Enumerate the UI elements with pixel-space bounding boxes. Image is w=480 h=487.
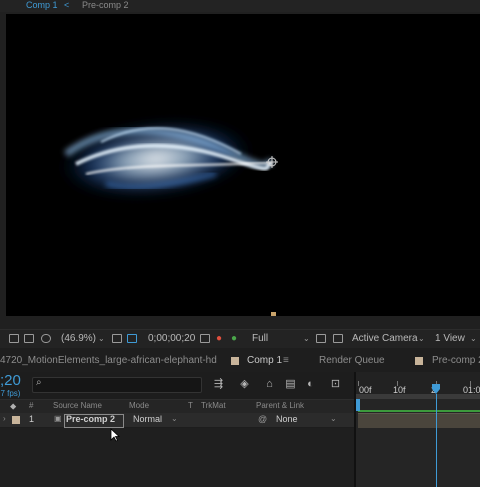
magnification-dropdown[interactable]: (46.9%) bbox=[61, 332, 96, 346]
color-channel-icon[interactable]: ● bbox=[231, 332, 237, 346]
chevron-down-icon[interactable]: ⌄ bbox=[418, 332, 425, 346]
tab-footage-item[interactable]: 4720_MotionElements_large-african-elepha… bbox=[0, 354, 217, 368]
timeline-panel-tabs: 4720_MotionElements_large-african-elepha… bbox=[0, 348, 480, 373]
transparency-grid-icon[interactable] bbox=[333, 334, 343, 343]
ruler-label-10f: 10f bbox=[393, 385, 406, 395]
tab-navigation-arrow[interactable]: < bbox=[64, 0, 69, 11]
ruler-label-00f: 00f bbox=[359, 385, 372, 395]
graph-editor-icon[interactable]: ⊡ bbox=[329, 378, 342, 390]
chevron-down-icon[interactable]: ⌄ bbox=[303, 332, 310, 346]
viewer-toolbar: (46.9%) ⌄ 0;00;00;20 ● ● Full ⌄ Active C… bbox=[0, 329, 480, 348]
light-streak-render bbox=[56, 119, 278, 199]
column-mode[interactable]: Mode bbox=[129, 401, 149, 410]
expand-arrow-icon[interactable]: › bbox=[3, 414, 6, 423]
show-snapshot-icon[interactable]: ● bbox=[216, 332, 222, 346]
composition-canvas[interactable] bbox=[6, 14, 480, 316]
frame-blending-icon[interactable]: ▤ bbox=[284, 378, 297, 390]
current-time-display[interactable]: ;20 bbox=[0, 372, 21, 389]
panel-divider[interactable] bbox=[354, 372, 356, 487]
label-column-icon[interactable]: ⬥ bbox=[10, 401, 16, 412]
layer-blend-mode[interactable]: Normal bbox=[133, 414, 162, 424]
precomp-color-swatch bbox=[415, 357, 423, 365]
layer-parent[interactable]: None bbox=[276, 414, 298, 424]
camera-snapshot-icon[interactable] bbox=[200, 334, 210, 343]
draft-3d-icon[interactable]: ◈ bbox=[238, 378, 251, 390]
tab-comp-1-timeline[interactable]: Comp 1 bbox=[247, 354, 282, 368]
empty-layer-area[interactable] bbox=[0, 428, 356, 487]
render-cache-bar bbox=[358, 410, 480, 412]
chevron-down-icon[interactable]: ⌄ bbox=[98, 332, 105, 346]
layer-search-input[interactable] bbox=[32, 377, 202, 393]
layer-number: 1 bbox=[29, 414, 35, 424]
comp-color-swatch bbox=[231, 357, 239, 365]
precomp-icon: ▣ bbox=[54, 414, 62, 423]
column-t[interactable]: T bbox=[188, 401, 193, 410]
work-area-start-handle[interactable] bbox=[356, 399, 360, 411]
monitor-icon[interactable] bbox=[24, 334, 34, 343]
current-time-field[interactable]: 0;00;00;20 bbox=[148, 332, 195, 346]
tab-pre-comp-2[interactable]: Pre-comp 2 bbox=[82, 0, 129, 11]
ruler-label-01s: 01:0 bbox=[463, 385, 480, 395]
tab-comp-1[interactable]: Comp 1 bbox=[26, 0, 58, 11]
tab-pre-comp-2-timeline[interactable]: Pre-comp 2 bbox=[432, 354, 480, 368]
chevron-down-icon[interactable]: ⌄ bbox=[330, 414, 337, 423]
frame-rate-label: 97 fps) bbox=[0, 389, 21, 398]
column-parent-link[interactable]: Parent & Link bbox=[256, 401, 304, 410]
viewer-tab-bar: Comp 1 < Pre-comp 2 bbox=[0, 0, 480, 12]
view-layout-dropdown[interactable]: 1 View bbox=[435, 332, 465, 346]
layer-row[interactable]: › 1 ▣ Pre-comp 2 Normal ⌄ @ None ⌄ bbox=[0, 413, 356, 427]
layer-name-outline bbox=[64, 414, 124, 428]
chevron-down-icon[interactable]: ⌄ bbox=[470, 332, 477, 346]
layer-duration-bar[interactable] bbox=[358, 413, 480, 428]
column-source-name[interactable]: Source Name bbox=[53, 401, 102, 410]
shy-layers-icon[interactable]: ⌂ bbox=[263, 378, 276, 390]
resolution-dropdown[interactable]: Full bbox=[252, 332, 268, 346]
current-time-indicator-head[interactable] bbox=[431, 384, 441, 394]
panel-menu-icon[interactable]: ≡ bbox=[283, 354, 289, 368]
canvas-center-marker bbox=[271, 312, 276, 316]
search-icon: ⌕ bbox=[36, 377, 42, 388]
camera-dropdown[interactable]: Active Camera bbox=[352, 332, 418, 346]
column-number[interactable]: # bbox=[29, 401, 33, 410]
layer-label-color[interactable] bbox=[12, 416, 20, 424]
chevron-down-icon[interactable]: ⌄ bbox=[171, 414, 178, 423]
column-trkmat[interactable]: TrkMat bbox=[201, 401, 226, 410]
tab-render-queue[interactable]: Render Queue bbox=[319, 354, 385, 368]
current-time-indicator-line[interactable] bbox=[436, 394, 437, 487]
vr-icon[interactable] bbox=[41, 334, 51, 343]
motion-blur-icon[interactable]: ◐ bbox=[304, 378, 317, 390]
pick-whip-icon[interactable]: @ bbox=[258, 414, 267, 424]
grid-icon[interactable] bbox=[112, 334, 122, 343]
region-of-interest-icon[interactable] bbox=[127, 334, 137, 343]
fast-preview-icon[interactable] bbox=[316, 334, 326, 343]
composition-mini-flowchart-icon[interactable]: ⇶ bbox=[212, 378, 225, 390]
mouse-cursor-icon bbox=[110, 428, 120, 442]
always-preview-icon[interactable] bbox=[9, 334, 19, 343]
